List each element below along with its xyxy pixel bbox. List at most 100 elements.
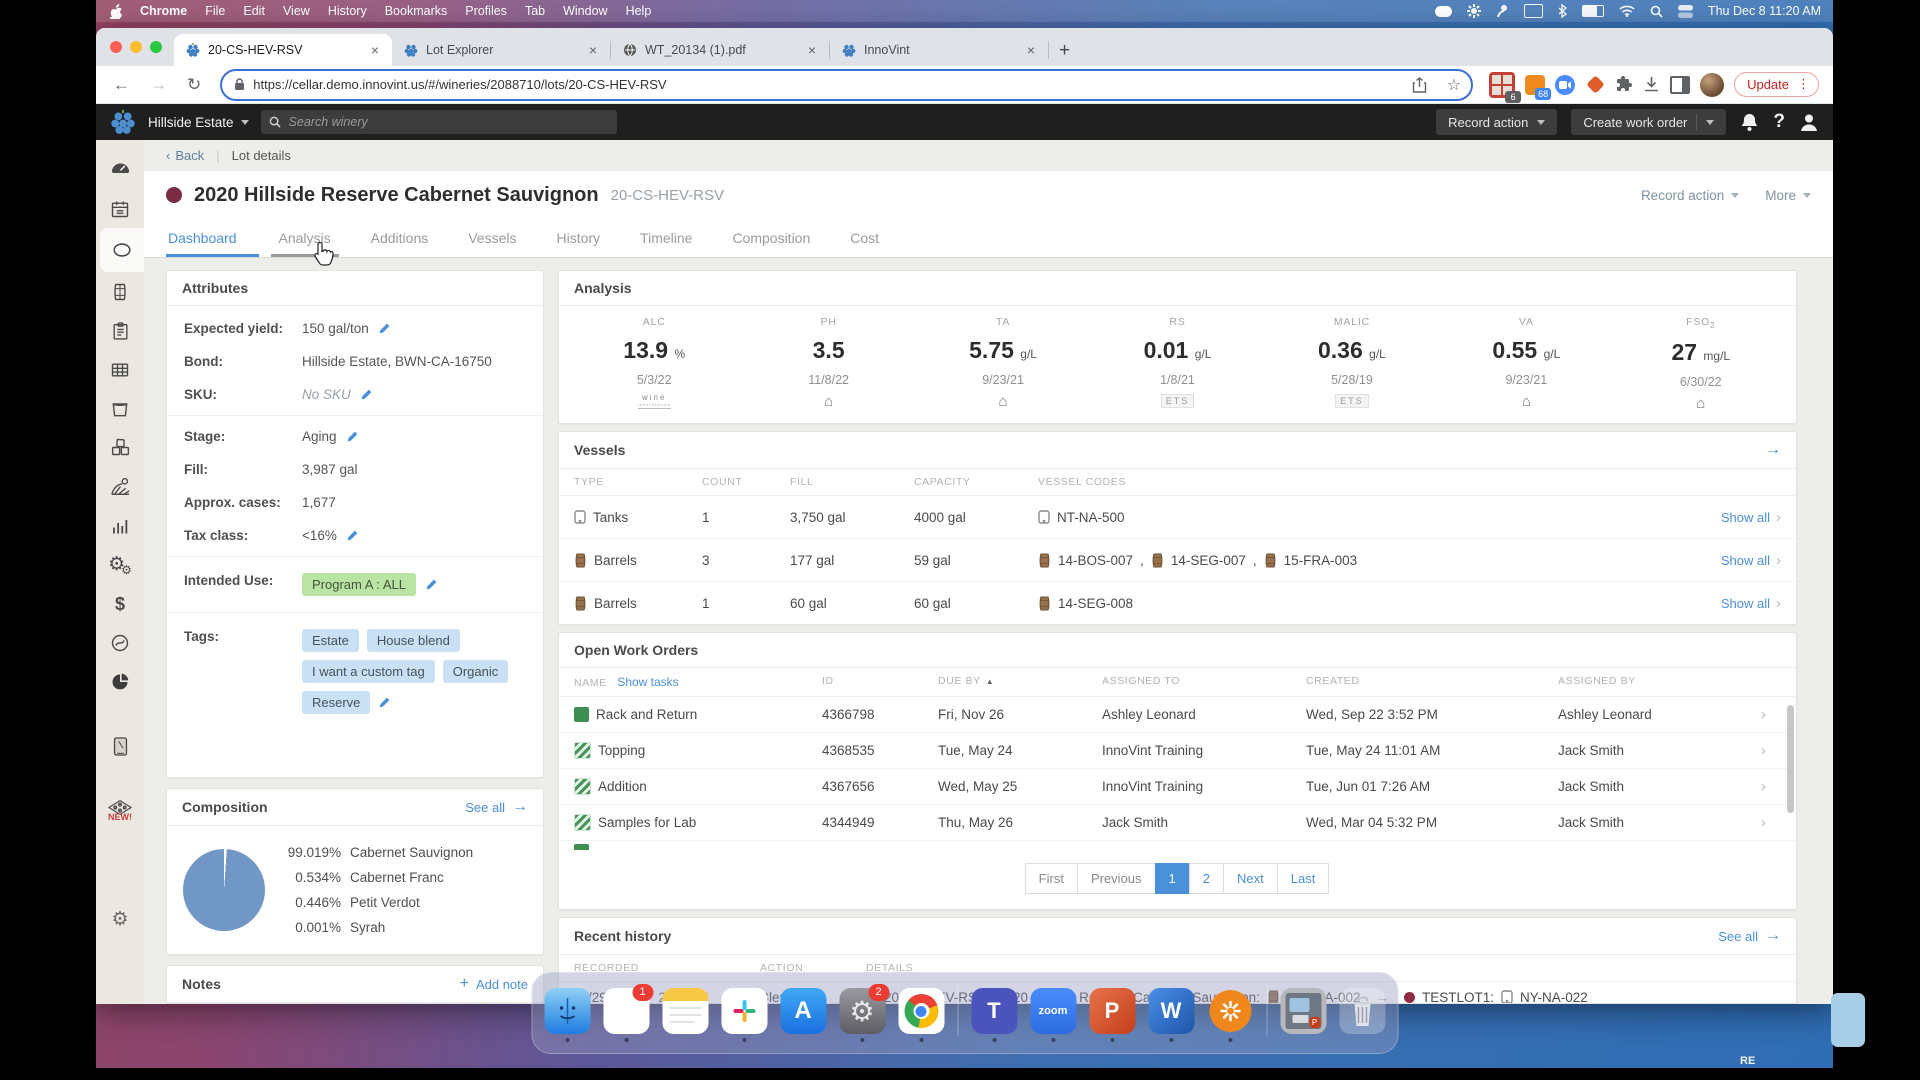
show-all-link[interactable]: Show all›: [1685, 509, 1781, 526]
edit-pencil-icon[interactable]: [378, 322, 391, 335]
address-bar[interactable]: https://cellar.demo.innovint.us/#/wineri…: [220, 69, 1473, 101]
work-order-row[interactable]: Rack and Return 4366798 Fri, Nov 26 Ashl…: [559, 697, 1796, 733]
dictation-menubar-icon[interactable]: [1496, 4, 1509, 18]
winery-selector[interactable]: Hillside Estate: [148, 115, 249, 130]
tag-chip[interactable]: House blend: [367, 629, 460, 652]
close-window-button[interactable]: [110, 41, 122, 53]
zoom-extension-icon[interactable]: [1555, 75, 1575, 95]
sidebar-item-new-feature[interactable]: NEW!: [96, 784, 144, 836]
metric-fso2[interactable]: FSO2 27 mg/L 6/30/22 ⌂: [1614, 316, 1788, 411]
user-icon[interactable]: [1799, 112, 1819, 132]
chrome-menu-icon[interactable]: ⋮: [1797, 76, 1810, 92]
browser-tab-innovint[interactable]: InnoVint ×: [830, 34, 1048, 66]
tab-history[interactable]: History: [536, 219, 620, 257]
vessel-code-link[interactable]: 14-SEG-008: [1058, 596, 1133, 611]
edit-pencil-icon[interactable]: [360, 388, 373, 401]
share-icon[interactable]: [1406, 77, 1433, 93]
bluetooth-menubar-icon[interactable]: [1558, 4, 1567, 18]
menubar-item-help[interactable]: Help: [617, 4, 661, 18]
menubar-item-chrome[interactable]: Chrome: [131, 4, 196, 18]
intended-use-tag[interactable]: Program A : ALL: [302, 573, 416, 596]
tab-close-icon[interactable]: ×: [1024, 42, 1038, 58]
tab-composition[interactable]: Composition: [712, 219, 830, 257]
vessel-code-link[interactable]: 15-FRA-003: [1284, 553, 1358, 568]
spotlight-search-icon[interactable]: [1650, 5, 1663, 18]
edit-pencil-icon[interactable]: [378, 696, 391, 709]
pagination-page-1[interactable]: 1: [1155, 863, 1190, 894]
sidebar-item-barrels[interactable]: [96, 272, 144, 311]
dock-teams-icon[interactable]: T: [971, 988, 1017, 1034]
arrow-right-icon[interactable]: →: [512, 798, 528, 816]
dock-notes-icon[interactable]: [662, 988, 708, 1034]
sidebar-item-dashboard[interactable]: [96, 150, 144, 189]
tab-additions[interactable]: Additions: [351, 219, 449, 257]
dock-powerpoint-icon[interactable]: P: [1089, 988, 1135, 1034]
sidebar-item-mobile-app[interactable]: [96, 727, 144, 766]
history-see-all-link[interactable]: See all: [1718, 929, 1758, 944]
url-text[interactable]: https://cellar.demo.innovint.us/#/wineri…: [253, 77, 1397, 92]
vessel-row-tanks[interactable]: Tanks 1 3,750 gal 4000 gal NT-NA-500 Sho…: [559, 496, 1796, 539]
vessel-code-link[interactable]: NT-NA-500: [1057, 510, 1125, 525]
pagination-next[interactable]: Next: [1223, 863, 1278, 894]
metric-ph[interactable]: PH 3.5 11/8/22 ⌂: [741, 316, 915, 411]
menubar-item-window[interactable]: Window: [554, 4, 616, 18]
sidebar-item-hoses[interactable]: [96, 623, 144, 662]
menubar-item-file[interactable]: File: [196, 4, 234, 18]
add-note-link[interactable]: Add note: [476, 977, 528, 992]
sort-asc-icon[interactable]: ▲: [986, 677, 995, 686]
show-all-link[interactable]: Show all›: [1685, 595, 1781, 612]
chevron-right-icon[interactable]: ›: [1761, 742, 1781, 759]
tab-close-icon[interactable]: ×: [368, 42, 382, 58]
bookmark-star-icon[interactable]: ☆: [1441, 75, 1467, 95]
work-order-row[interactable]: Samples for Lab 4344949 Thu, May 26 Jack…: [559, 805, 1796, 841]
sidebar-item-case-goods[interactable]: [96, 428, 144, 467]
pagination-last[interactable]: Last: [1277, 863, 1330, 894]
side-panel-icon[interactable]: [1670, 76, 1690, 94]
keyboard-menubar-icon[interactable]: [1524, 4, 1543, 18]
vessel-row-barrels-1[interactable]: Barrels 3 177 gal 59 gal 14-BOS-007, 14-…: [559, 539, 1796, 582]
edit-pencil-icon[interactable]: [346, 430, 359, 443]
vessel-code-link[interactable]: 14-SEG-007: [1171, 553, 1246, 568]
tag-chip[interactable]: Estate: [302, 629, 359, 652]
tag-chip[interactable]: Organic: [443, 660, 509, 683]
work-order-row[interactable]: Topping 4368535 Tue, May 24 InnoVint Tra…: [559, 733, 1796, 769]
profile-avatar[interactable]: [1700, 73, 1724, 97]
tab-analysis[interactable]: Analysis: [259, 219, 351, 257]
sidebar-item-vineyards[interactable]: [96, 467, 144, 506]
composition-see-all-link[interactable]: See all: [465, 800, 505, 815]
sidebar-item-lots[interactable]: [100, 228, 144, 272]
extensions-puzzle-icon[interactable]: [1615, 76, 1633, 94]
menubar-item-profiles[interactable]: Profiles: [456, 4, 516, 18]
settings-menubar-icon[interactable]: [1467, 4, 1481, 18]
metric-rs[interactable]: RS 0.01 g/L 1/8/21 ETS: [1090, 316, 1264, 411]
dock-webex-icon[interactable]: [1207, 988, 1253, 1034]
extension-icon-red[interactable]: 6: [1489, 72, 1515, 98]
reload-icon[interactable]: ↻: [180, 75, 208, 95]
history-vessel-link[interactable]: NY-NA-022: [1520, 990, 1588, 1004]
forward-icon[interactable]: →: [143, 75, 174, 95]
dock-minimized-window-thumbnail[interactable]: P: [1280, 988, 1326, 1034]
metric-va[interactable]: VA 0.55 g/L 9/23/21 ⌂: [1439, 316, 1613, 411]
apple-menu-icon[interactable]: [96, 4, 131, 19]
back-link[interactable]: ‹ Back: [166, 148, 204, 163]
create-work-order-button[interactable]: Create work order: [1571, 109, 1726, 135]
arrow-right-icon[interactable]: →: [1765, 441, 1781, 459]
metric-ta[interactable]: TA 5.75 g/L 9/23/21 ⌂: [916, 316, 1090, 411]
chevron-right-icon[interactable]: ›: [1761, 706, 1781, 723]
notifications-bell-icon[interactable]: [1740, 112, 1759, 132]
menubar-item-history[interactable]: History: [319, 4, 376, 18]
history-lot-link[interactable]: TESTLOT1:: [1422, 990, 1494, 1004]
sidebar-item-fruit-intake[interactable]: [96, 350, 144, 389]
tab-cost[interactable]: Cost: [830, 219, 899, 257]
wifi-menubar-icon[interactable]: [1619, 5, 1635, 17]
vessel-row-barrels-2[interactable]: Barrels 1 60 gal 60 gal 14-SEG-008 Show …: [559, 582, 1796, 624]
dock-system-settings-icon[interactable]: ⚙2: [839, 988, 885, 1034]
dock-chrome-icon[interactable]: [898, 988, 944, 1034]
minimize-window-button[interactable]: [130, 41, 142, 53]
menubar-item-tab[interactable]: Tab: [516, 4, 554, 18]
lot-record-action-link[interactable]: Record action: [1641, 188, 1739, 203]
metric-malic[interactable]: MALIC 0.36 g/L 5/28/19 ETS: [1265, 316, 1439, 411]
meeting-overlay-panel[interactable]: [1831, 993, 1865, 1047]
extension-icon-diamond[interactable]: [1585, 75, 1605, 95]
lot-more-link[interactable]: More: [1765, 188, 1811, 203]
